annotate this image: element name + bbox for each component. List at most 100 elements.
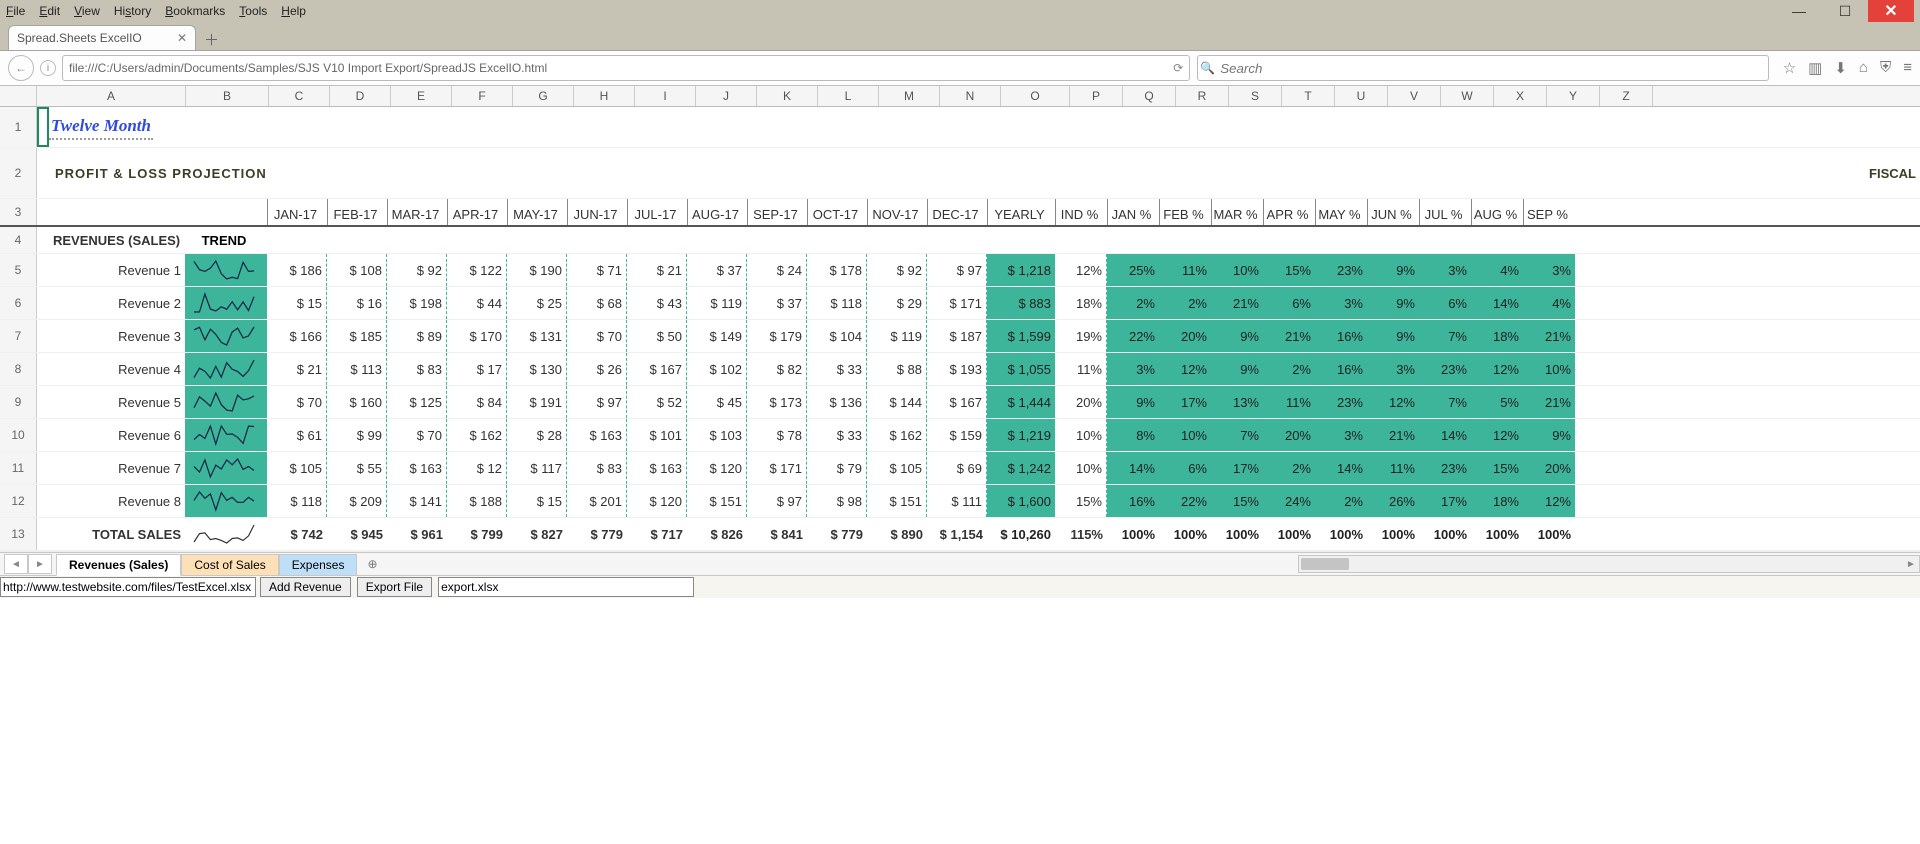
value-cell[interactable]: $ 167 [627,353,687,385]
column-header[interactable]: S [1229,86,1282,106]
pct-cell[interactable]: 23% [1315,254,1367,286]
pct-cell[interactable]: 9% [1211,353,1263,385]
value-cell[interactable]: $ 162 [867,419,927,451]
value-cell[interactable]: $ 130 [507,353,567,385]
column-header[interactable]: I [635,86,696,106]
value-cell[interactable]: $ 69 [927,452,987,484]
pct-cell[interactable]: 7% [1419,386,1471,418]
value-cell[interactable]: $ 104 [807,320,867,352]
pct-cell[interactable]: 20% [1159,320,1211,352]
pct-cell[interactable]: 10% [1159,419,1211,451]
scroll-right-icon[interactable]: ► [1903,559,1919,570]
value-cell[interactable]: $ 136 [807,386,867,418]
hamburger-icon[interactable]: ≡ [1903,59,1912,77]
row-header[interactable]: 3 [0,199,37,225]
value-cell[interactable]: $ 70 [267,386,327,418]
add-sheet-button[interactable]: ⊕ [367,557,377,571]
value-cell[interactable]: $ 111 [927,485,987,517]
value-cell[interactable]: $ 78 [747,419,807,451]
new-tab-button[interactable]: ＋ [204,29,219,50]
row-header[interactable]: 12 [0,485,37,517]
column-header[interactable]: K [757,86,818,106]
pct-cell[interactable]: 16% [1107,485,1159,517]
pct-cell[interactable]: 24% [1263,485,1315,517]
pct-cell[interactable]: 3% [1419,254,1471,286]
value-cell[interactable]: $ 190 [507,254,567,286]
value-cell[interactable]: $ 151 [867,485,927,517]
value-cell[interactable]: $ 118 [807,287,867,319]
pct-cell[interactable]: 17% [1211,452,1263,484]
column-header[interactable]: W [1441,86,1494,106]
pct-cell[interactable]: 6% [1263,287,1315,319]
row-header[interactable]: 6 [0,287,37,319]
value-cell[interactable]: $ 92 [867,254,927,286]
row-header[interactable]: 9 [0,386,37,418]
pct-cell[interactable]: 2% [1263,353,1315,385]
sheet-tab-revenues[interactable]: Revenues (Sales) [56,554,181,576]
value-cell[interactable]: $ 61 [267,419,327,451]
file-path-input[interactable] [0,577,256,597]
pct-cell[interactable]: 8% [1107,419,1159,451]
value-cell[interactable]: $ 149 [687,320,747,352]
pct-cell[interactable]: 21% [1263,320,1315,352]
pct-cell[interactable]: 3% [1523,254,1575,286]
pct-cell[interactable]: 6% [1159,452,1211,484]
pct-cell[interactable]: 16% [1315,353,1367,385]
value-cell[interactable]: $ 120 [687,452,747,484]
pct-cell[interactable]: 17% [1419,485,1471,517]
value-cell[interactable]: $ 173 [747,386,807,418]
pct-cell[interactable]: 11% [1159,254,1211,286]
value-cell[interactable]: $ 44 [447,287,507,319]
row-header[interactable]: 5 [0,254,37,286]
column-header[interactable]: D [330,86,391,106]
scroll-thumb[interactable] [1301,558,1349,570]
value-cell[interactable]: $ 188 [447,485,507,517]
ind-pct-cell[interactable]: 18% [1055,287,1107,319]
pct-cell[interactable]: 18% [1471,485,1523,517]
pct-cell[interactable]: 7% [1211,419,1263,451]
pct-cell[interactable]: 26% [1367,485,1419,517]
column-header[interactable]: B [186,86,269,106]
column-header[interactable]: V [1388,86,1441,106]
pct-cell[interactable]: 12% [1471,353,1523,385]
row-header[interactable]: 2 [0,148,37,198]
window-close-button[interactable]: ✕ [1868,0,1914,22]
ind-pct-cell[interactable]: 10% [1055,419,1107,451]
value-cell[interactable]: $ 71 [567,254,627,286]
column-header[interactable]: L [818,86,879,106]
pct-cell[interactable]: 10% [1523,353,1575,385]
value-cell[interactable]: $ 45 [687,386,747,418]
pocket-icon[interactable]: ⛨ [1880,59,1891,77]
home-icon[interactable]: ⌂ [1859,59,1868,77]
value-cell[interactable]: $ 191 [507,386,567,418]
pct-cell[interactable]: 14% [1315,452,1367,484]
value-cell[interactable]: $ 52 [627,386,687,418]
column-header[interactable]: J [696,86,757,106]
sheet-nav-prev[interactable]: ◄ [4,554,28,574]
value-cell[interactable]: $ 103 [687,419,747,451]
value-cell[interactable]: $ 166 [267,320,327,352]
pct-cell[interactable]: 14% [1471,287,1523,319]
sheet-tab-cost[interactable]: Cost of Sales [181,554,278,576]
pct-cell[interactable]: 21% [1211,287,1263,319]
menu-edit[interactable]: Edit [39,4,60,18]
column-header[interactable]: O [1001,86,1070,106]
value-cell[interactable]: $ 131 [507,320,567,352]
pct-cell[interactable]: 12% [1471,419,1523,451]
pct-cell[interactable]: 22% [1107,320,1159,352]
yearly-cell[interactable]: $ 1,055 [987,353,1055,385]
select-all-corner[interactable] [0,86,37,106]
yearly-cell[interactable]: $ 1,219 [987,419,1055,451]
library-icon[interactable]: ▥ [1808,59,1822,77]
pct-cell[interactable]: 3% [1367,353,1419,385]
menu-view[interactable]: View [74,4,100,18]
value-cell[interactable]: $ 82 [747,353,807,385]
value-cell[interactable]: $ 28 [507,419,567,451]
pct-cell[interactable]: 4% [1471,254,1523,286]
column-header[interactable]: Z [1600,86,1653,106]
pct-cell[interactable]: 17% [1159,386,1211,418]
value-cell[interactable]: $ 17 [447,353,507,385]
value-cell[interactable]: $ 170 [447,320,507,352]
pct-cell[interactable]: 10% [1211,254,1263,286]
value-cell[interactable]: $ 33 [807,353,867,385]
